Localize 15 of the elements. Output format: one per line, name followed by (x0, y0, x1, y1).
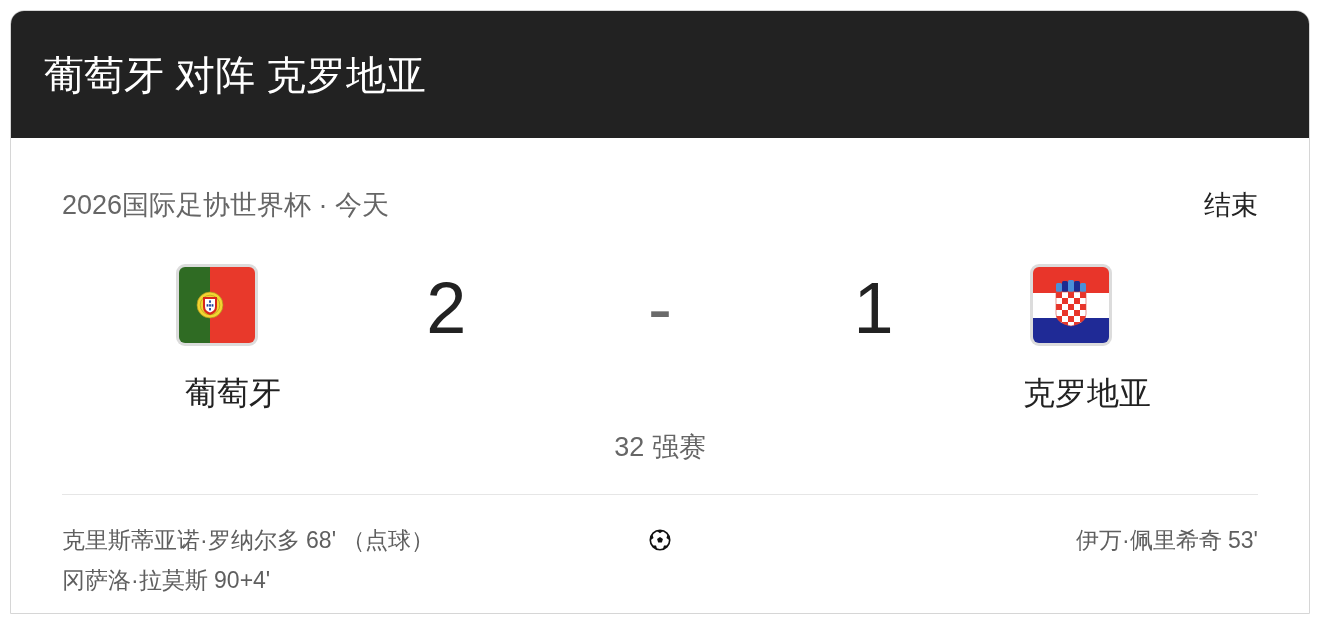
score: 2 (426, 272, 467, 344)
flag-icon (175, 264, 258, 346)
team-name: 葡萄牙 (184, 374, 281, 413)
goal-scorer: 冈萨洛·拉莫斯 90+4' (62, 566, 271, 595)
match-title: 葡萄牙 对阵 克罗地亚 (44, 51, 427, 99)
team-name: 克罗地亚 (1023, 374, 1152, 413)
soccer-ball-icon (649, 529, 671, 551)
match-status: 结束 (1204, 189, 1258, 221)
score: 1 (853, 272, 894, 344)
competition-label: 2026国际足协世界杯 · 今天 (62, 189, 390, 221)
flag-icon (1030, 264, 1113, 346)
stage-label: 32 强赛 (614, 431, 706, 463)
goal-scorer: 克里斯蒂亚诺·罗纳尔多 68' （点球） (62, 526, 435, 555)
score-separator: - (648, 272, 672, 344)
goal-scorer: 伊万·佩里希奇 53' (1075, 526, 1258, 555)
